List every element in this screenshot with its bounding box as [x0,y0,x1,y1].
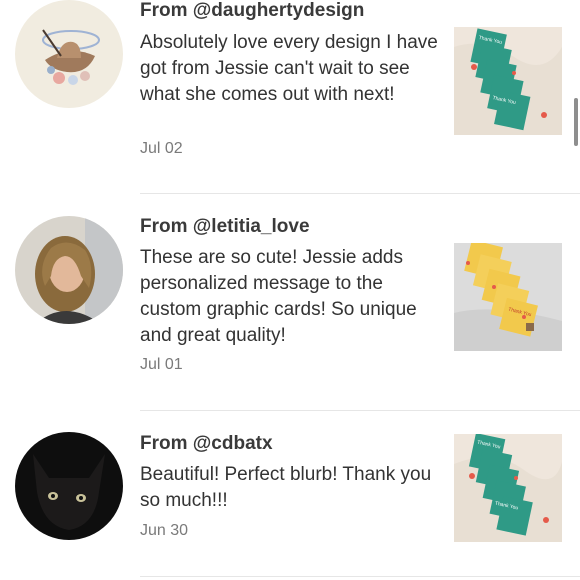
review-author[interactable]: From @daughertydesign [140,0,364,22]
review-item: From @letitia_love These are so cute! Je… [0,194,580,411]
cowboy-hat-avatar-icon[interactable] [15,0,123,108]
review-item: From @daughertydesign Absolutely love ev… [0,0,580,194]
woman-portrait-avatar-icon[interactable] [15,216,123,324]
review-item: From @cdbatx Beautiful! Perfect blurb! T… [0,410,580,580]
review-text: Absolutely love every design I have got … [140,32,438,105]
review-date: Jun 30 [140,522,189,539]
review-photo-thumbnail[interactable]: Thank You [454,243,562,351]
black-cat-avatar-icon[interactable] [15,432,123,540]
scrollbar-thumb[interactable] [574,98,578,146]
review-list: From @daughertydesign Absolutely love ev… [0,0,580,580]
review-text: Beautiful! Perfect blurb! Thank you so m… [140,464,432,511]
review-divider [140,576,580,577]
review-author[interactable]: From @letitia_love [140,216,310,238]
review-date: Jul 01 [140,356,183,373]
review-photo-thumbnail[interactable]: Thank You Thank You [454,434,562,542]
review-photo-thumbnail[interactable]: Thank You Thank You [454,27,562,135]
review-date: Jul 02 [140,140,183,157]
review-author[interactable]: From @cdbatx [140,433,273,455]
review-text: These are so cute! Jessie adds personali… [140,247,417,346]
